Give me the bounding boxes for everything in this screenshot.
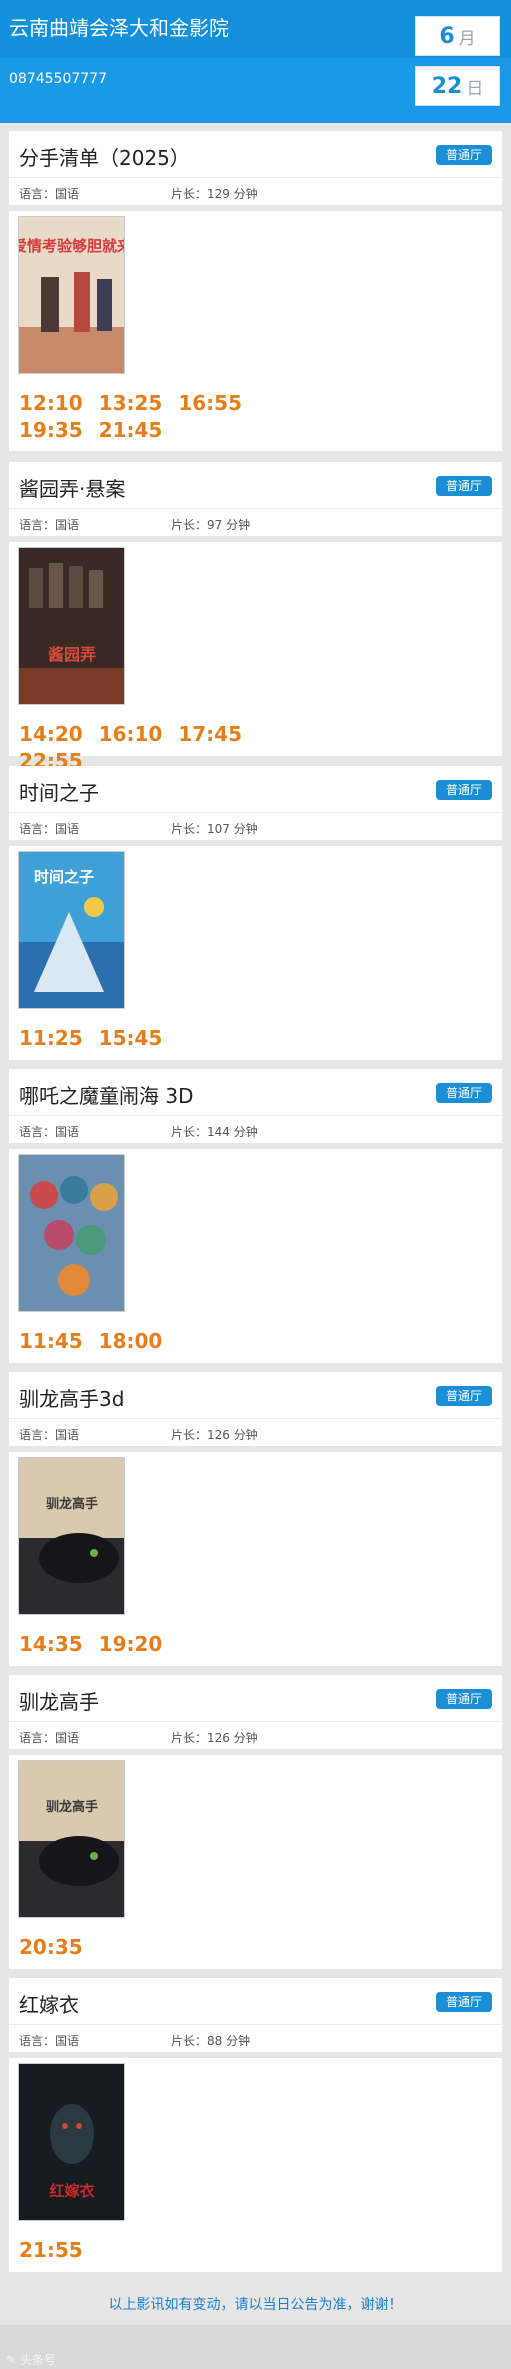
showtime-list: 11:25 15:45 <box>19 1025 319 1052</box>
day-number: 22 <box>431 73 463 99</box>
film-title: 分手清单（2025） <box>19 146 190 170</box>
footer-notice: 以上影讯如有变动，请以当日公告为准，谢谢！ <box>108 2297 403 2313</box>
toutiao-icon: ✎ <box>6 2353 17 2367</box>
day-display: 22 日 <box>415 66 500 106</box>
film-info-bar: 语言：国语 片长：126 分钟 <box>9 1418 502 1446</box>
film-language: 语言：国语 <box>19 518 80 532</box>
film-title: 酱园弄·悬案 <box>19 477 126 501</box>
film-poster[interactable] <box>18 1154 125 1312</box>
film-length: 片长：126 分钟 <box>171 1428 258 1442</box>
showtime[interactable]: 12:10 <box>19 390 83 417</box>
film-title: 时间之子 <box>19 781 99 805</box>
month-display: 6 月 <box>415 16 500 56</box>
showtime-list: 20:35 <box>19 1934 319 1961</box>
showtime[interactable]: 19:35 <box>19 417 83 444</box>
film-title-bar[interactable]: 时间之子 普通厅 <box>9 766 502 812</box>
watermark-text: 头条号 <box>19 2353 56 2367</box>
showtime[interactable]: 16:10 <box>99 721 163 748</box>
film-poster[interactable]: 驯龙高手 <box>18 1760 125 1918</box>
film-language: 语言：国语 <box>19 187 80 201</box>
hall-badge: 普通厅 <box>435 145 492 165</box>
poster-title-text: 红嫁衣 <box>49 2182 94 2200</box>
showtime[interactable]: 21:45 <box>99 417 163 444</box>
film-title-bar[interactable]: 酱园弄·悬案 普通厅 <box>9 462 502 508</box>
film-info-bar: 语言：国语 片长：97 分钟 <box>9 508 502 536</box>
film-title-bar[interactable]: 红嫁衣 普通厅 <box>9 1978 502 2024</box>
film-title-bar[interactable]: 分手清单（2025） 普通厅 <box>9 131 502 177</box>
poster-title-text: 酱园弄 <box>48 645 96 664</box>
film-language: 语言：国语 <box>19 1125 80 1139</box>
film-title-bar[interactable]: 哪吒之魔童闹海 3D 普通厅 <box>9 1069 502 1115</box>
film-showtimes-panel: 酱园弄 14:20 16:10 17:4522:55 <box>9 542 502 773</box>
film-showtimes-panel: 驯龙高手 20:35 <box>9 1755 502 1969</box>
film-length: 片长：107 分钟 <box>171 822 258 836</box>
film-poster[interactable]: 酱园弄 <box>18 547 125 705</box>
film-showtimes-panel: 红嫁衣 21:55 <box>9 2058 502 2272</box>
film-length: 片长：97 分钟 <box>171 518 251 532</box>
day-unit: 日 <box>466 78 484 99</box>
showtime[interactable]: 20:35 <box>19 1934 83 1961</box>
film-title: 红嫁衣 <box>19 1993 79 2017</box>
film-info-bar: 语言：国语 片长：129 分钟 <box>9 177 502 205</box>
cinema-phone[interactable]: 08745507777 <box>9 71 107 87</box>
film-title: 驯龙高手3d <box>19 1387 125 1411</box>
film-title: 驯龙高手 <box>19 1690 99 1714</box>
film-poster[interactable]: 时间之子 <box>18 851 125 1009</box>
film-title-bar[interactable]: 驯龙高手 普通厅 <box>9 1675 502 1721</box>
film-info-bar: 语言：国语 片长：88 分钟 <box>9 2024 502 2052</box>
showtime[interactable]: 17:45 <box>178 721 242 748</box>
film-length: 片长：144 分钟 <box>171 1125 258 1139</box>
showtime[interactable]: 13:25 <box>99 390 163 417</box>
footer-bar <box>0 2325 511 2369</box>
film-poster[interactable]: 红嫁衣 <box>18 2063 125 2221</box>
showtime[interactable]: 14:35 <box>19 1631 83 1658</box>
hall-badge: 普通厅 <box>435 780 492 800</box>
film-length: 片长：88 分钟 <box>171 2034 251 2048</box>
showtime[interactable]: 21:55 <box>19 2237 83 2264</box>
showtime-list: 21:55 <box>19 2237 319 2264</box>
showtime-list: 11:45 18:00 <box>19 1328 319 1355</box>
poster-title-text: 爱情考验够胆就来 <box>19 237 125 255</box>
film-showtimes-panel: 驯龙高手 14:35 19:20 <box>9 1452 502 1666</box>
hall-badge: 普通厅 <box>435 1083 492 1103</box>
header: 云南曲靖会泽大和金影院 08745507777 6 月 22 日 <box>0 0 511 123</box>
month-unit: 月 <box>458 28 476 49</box>
hall-badge: 普通厅 <box>435 476 492 496</box>
hall-badge: 普通厅 <box>435 1992 492 2012</box>
film-language: 语言：国语 <box>19 822 80 836</box>
showtime[interactable]: 18:00 <box>99 1328 163 1355</box>
showtime-list: 14:35 19:20 <box>19 1631 319 1658</box>
watermark-logo: ✎ 头条号 <box>6 2351 56 2368</box>
film-language: 语言：国语 <box>19 2034 80 2048</box>
poster-title-text: 驯龙高手 <box>46 1799 98 1815</box>
film-language: 语言：国语 <box>19 1731 80 1745</box>
film-language: 语言：国语 <box>19 1428 80 1442</box>
cinema-name: 云南曲靖会泽大和金影院 <box>9 16 229 40</box>
film-title-bar[interactable]: 驯龙高手3d 普通厅 <box>9 1372 502 1418</box>
showtime[interactable]: 11:45 <box>19 1328 83 1355</box>
film-poster[interactable]: 爱情考验够胆就来 <box>18 216 125 374</box>
showtime[interactable]: 11:25 <box>19 1025 83 1052</box>
showtime-list: 12:10 13:25 16:55 19:35 21:45 <box>19 390 319 444</box>
film-info-bar: 语言：国语 片长：126 分钟 <box>9 1721 502 1749</box>
film-length: 片长：126 分钟 <box>171 1731 258 1745</box>
film-length: 片长：129 分钟 <box>171 187 258 201</box>
showtime[interactable]: 15:45 <box>99 1025 163 1052</box>
hall-badge: 普通厅 <box>435 1689 492 1709</box>
month-number: 6 <box>439 23 455 49</box>
poster-title-text: 驯龙高手 <box>46 1496 98 1512</box>
poster-title-text: 时间之子 <box>34 868 94 886</box>
film-showtimes-panel: 时间之子 11:25 15:45 <box>9 846 502 1060</box>
film-info-bar: 语言：国语 片长：144 分钟 <box>9 1115 502 1143</box>
showtime[interactable]: 16:55 <box>178 390 242 417</box>
showtime[interactable]: 14:20 <box>19 721 83 748</box>
film-title: 哪吒之魔童闹海 3D <box>19 1084 194 1108</box>
film-poster[interactable]: 驯龙高手 <box>18 1457 125 1615</box>
film-showtimes-panel: 爱情考验够胆就来 12:10 13:25 16:55 19:35 21:45 <box>9 211 502 451</box>
hall-badge: 普通厅 <box>435 1386 492 1406</box>
showtime[interactable]: 19:20 <box>99 1631 163 1658</box>
film-showtimes-panel: 11:45 18:00 <box>9 1149 502 1363</box>
film-info-bar: 语言：国语 片长：107 分钟 <box>9 812 502 840</box>
